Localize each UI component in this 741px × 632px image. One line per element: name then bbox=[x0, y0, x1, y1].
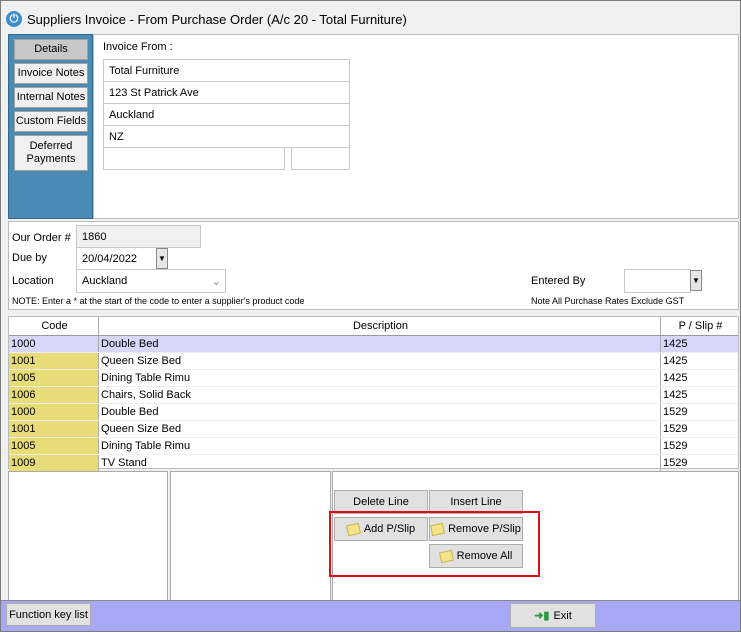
cell-code[interactable]: 1000 bbox=[9, 336, 99, 352]
title-bar: ⏻ Suppliers Invoice - From Purchase Orde… bbox=[6, 9, 407, 29]
extra-field[interactable] bbox=[291, 147, 350, 170]
exit-label: Exit bbox=[553, 609, 572, 622]
invoice-from-label: Invoice From : bbox=[103, 41, 173, 53]
address-line-3[interactable]: Auckland bbox=[103, 103, 350, 126]
side-nav: Details Invoice Notes Internal Notes Cus… bbox=[8, 34, 93, 219]
table-row[interactable]: 1006 Chairs, Solid Back 1425 bbox=[9, 387, 738, 404]
nav-internal-notes[interactable]: Internal Notes bbox=[14, 87, 88, 108]
grid-header: Code Description P / Slip # bbox=[9, 317, 738, 336]
delete-line-label: Delete Line bbox=[353, 496, 409, 508]
table-row[interactable]: 1005 Dining Table Rimu 1425 bbox=[9, 370, 738, 387]
nav-invoice-notes[interactable]: Invoice Notes bbox=[14, 63, 88, 84]
due-date-dropdown-icon[interactable]: ▼ bbox=[156, 248, 168, 269]
header-description[interactable]: Description bbox=[99, 317, 661, 335]
window-title: Suppliers Invoice - From Purchase Order … bbox=[27, 11, 407, 27]
cell-code[interactable]: 1005 bbox=[9, 370, 99, 386]
location-value: Auckland bbox=[82, 275, 128, 287]
invoice-from-panel: Invoice From : Total Furniture 123 St Pa… bbox=[93, 34, 739, 219]
cell-description[interactable]: Double Bed bbox=[99, 336, 661, 352]
table-row[interactable]: 1000 Double Bed 1425 bbox=[9, 336, 738, 353]
table-row[interactable]: 1001 Queen Size Bed 1529 bbox=[9, 421, 738, 438]
cell-code[interactable]: 1006 bbox=[9, 387, 99, 403]
insert-line-label: Insert Line bbox=[450, 496, 502, 508]
cell-description[interactable]: Double Bed bbox=[99, 404, 661, 420]
bottom-panel-middle bbox=[170, 471, 331, 601]
gst-note: Note All Purchase Rates Exclude GST bbox=[531, 296, 685, 306]
table-row[interactable]: 1000 Double Bed 1529 bbox=[9, 404, 738, 421]
chevron-down-icon: ⌄ bbox=[211, 275, 221, 288]
header-pslip[interactable]: P / Slip # bbox=[661, 317, 738, 335]
cell-pslip[interactable]: 1425 bbox=[661, 387, 738, 403]
cell-pslip[interactable]: 1529 bbox=[661, 455, 738, 471]
bottom-panel-left bbox=[8, 471, 168, 601]
location-label: Location bbox=[12, 275, 54, 287]
cell-pslip[interactable]: 1529 bbox=[661, 404, 738, 420]
address-line-4[interactable]: NZ bbox=[103, 125, 350, 148]
entered-by-dropdown-icon[interactable]: ▼ bbox=[690, 270, 702, 291]
table-row[interactable]: 1005 Dining Table Rimu 1529 bbox=[9, 438, 738, 455]
due-by-label: Due by bbox=[12, 252, 47, 264]
our-order-field: 1860 bbox=[76, 225, 201, 248]
cell-description[interactable]: Chairs, Solid Back bbox=[99, 387, 661, 403]
address-line-1[interactable]: Total Furniture bbox=[103, 59, 350, 82]
app-power-icon: ⏻ bbox=[6, 11, 22, 27]
footer-bar bbox=[1, 600, 740, 631]
table-row[interactable]: 1009 TV Stand 1529 bbox=[9, 455, 738, 472]
entered-by-label: Entered By bbox=[531, 275, 586, 287]
order-details-panel: Our Order # 1860 Due by 20/04/2022 ▼ Loc… bbox=[8, 221, 739, 310]
header-code[interactable]: Code bbox=[9, 317, 99, 335]
nav-details[interactable]: Details bbox=[14, 39, 88, 60]
function-key-list-label: Function key list bbox=[9, 608, 88, 621]
cell-pslip[interactable]: 1529 bbox=[661, 438, 738, 454]
cell-description[interactable]: Dining Table Rimu bbox=[99, 370, 661, 386]
cell-code[interactable]: 1009 bbox=[9, 455, 99, 471]
exit-button[interactable]: ➜▮ Exit bbox=[510, 603, 596, 628]
cell-pslip[interactable]: 1425 bbox=[661, 370, 738, 386]
address-line-2[interactable]: 123 St Patrick Ave bbox=[103, 81, 350, 104]
supplier-code-note: NOTE: Enter a * at the start of the code… bbox=[12, 296, 305, 306]
cell-description[interactable]: Queen Size Bed bbox=[99, 421, 661, 437]
nav-custom-fields[interactable]: Custom Fields bbox=[14, 111, 88, 132]
cell-pslip[interactable]: 1425 bbox=[661, 336, 738, 352]
cell-code[interactable]: 1001 bbox=[9, 421, 99, 437]
entered-by-field[interactable] bbox=[624, 269, 691, 293]
postcode-field[interactable] bbox=[103, 147, 285, 170]
location-select[interactable]: Auckland ⌄ bbox=[76, 269, 226, 293]
lines-grid: Code Description P / Slip # 1000 Double B… bbox=[8, 316, 739, 472]
cell-code[interactable]: 1005 bbox=[9, 438, 99, 454]
cell-description[interactable]: Dining Table Rimu bbox=[99, 438, 661, 454]
function-key-list-button[interactable]: Function key list bbox=[6, 603, 91, 626]
due-by-field[interactable]: 20/04/2022 bbox=[76, 247, 161, 270]
cell-pslip[interactable]: 1529 bbox=[661, 421, 738, 437]
our-order-label: Our Order # bbox=[12, 232, 71, 244]
cell-pslip[interactable]: 1425 bbox=[661, 353, 738, 369]
cell-code[interactable]: 1000 bbox=[9, 404, 99, 420]
exit-door-icon: ➜▮ bbox=[534, 610, 550, 622]
cell-code[interactable]: 1001 bbox=[9, 353, 99, 369]
nav-deferred-payments[interactable]: Deferred Payments bbox=[14, 135, 88, 171]
highlight-box bbox=[329, 511, 540, 577]
cell-description[interactable]: Queen Size Bed bbox=[99, 353, 661, 369]
cell-description[interactable]: TV Stand bbox=[99, 455, 661, 471]
table-row[interactable]: 1001 Queen Size Bed 1425 bbox=[9, 353, 738, 370]
